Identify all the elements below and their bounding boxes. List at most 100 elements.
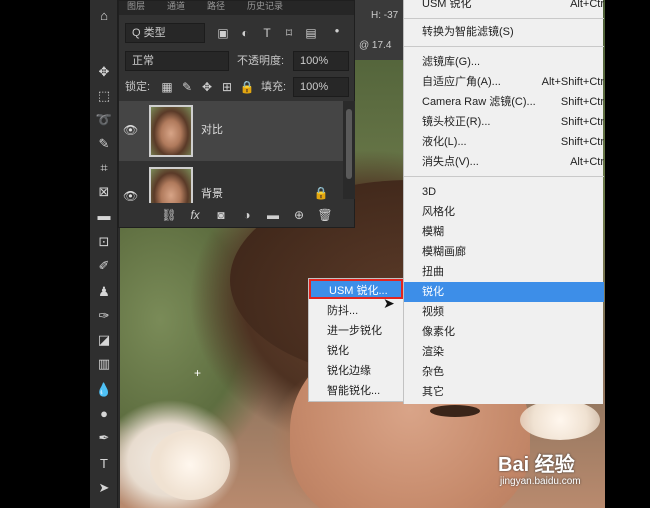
lock-artboard-icon[interactable]: ⊞ — [219, 79, 235, 95]
blend-mode-dropdown[interactable]: 正常 — [125, 51, 229, 71]
layer-lock-icon: 🔒 — [313, 186, 329, 200]
menu-item-filter-gallery[interactable]: 滤镜库(G)... — [404, 52, 604, 72]
menu-item-liquify[interactable]: 液化(L)... Shift+Ctr — [404, 132, 604, 152]
layer-name[interactable]: 对比 — [201, 121, 223, 137]
filter-menu: USM 锐化 Alt+Ctr 转换为智能滤镜(S) 滤镜库(G)... 自适应广角… — [403, 0, 604, 404]
dodge-tool-icon[interactable]: ● — [94, 404, 114, 424]
adjustment-layer-icon[interactable]: ◑ — [239, 207, 255, 223]
group-folder-icon[interactable]: ▬ — [265, 207, 281, 223]
menu-item-blur[interactable]: 模糊 — [404, 222, 604, 242]
layers-panel-tabs: 图层 通道 路径 历史记录 — [119, 1, 354, 15]
layer-row-background[interactable]: 👁 背景 🔒 — [119, 163, 343, 203]
link-layers-icon[interactable]: ⛓ — [161, 207, 177, 223]
eyedropper-tool-icon[interactable]: ▬ — [94, 206, 114, 226]
layer-row-selected[interactable]: 👁 对比 — [119, 101, 343, 161]
tab-history[interactable]: 历史记录 — [247, 1, 283, 15]
options-strip: H: -37 @ 17.4 — [355, 0, 405, 60]
menu-item-convert-smart-filter[interactable]: 转换为智能滤镜(S) — [404, 22, 604, 42]
history-brush-icon[interactable]: ✑ — [94, 306, 114, 326]
layer-filter-row: Q 类型 ▣ ◐ T ⌑ ▤ ● — [119, 21, 354, 45]
submenu-item-sharpen-edges[interactable]: 锐化边缘 — [309, 361, 403, 381]
type-filter-icon[interactable]: T — [259, 25, 275, 41]
lock-transparency-icon[interactable]: ▦ — [159, 79, 175, 95]
fx-icon[interactable]: fx — [187, 207, 203, 223]
watermark-url: jingyan.baidu.com — [500, 476, 581, 487]
submenu-item-sharpen-more[interactable]: 进一步锐化 — [309, 321, 403, 341]
submenu-item-sharpen[interactable]: 锐化 — [309, 341, 403, 361]
right-eye-shape — [430, 405, 480, 417]
type-tool-icon[interactable]: T — [94, 454, 114, 474]
shape-filter-icon[interactable]: ⌑ — [281, 25, 297, 41]
home-icon[interactable]: ⌂ — [94, 6, 114, 26]
healing-tool-icon[interactable]: ⊡ — [94, 232, 114, 252]
marquee-tool-icon[interactable]: ⬚ — [94, 86, 114, 106]
layer-kind-filter[interactable]: Q 类型 — [125, 23, 205, 43]
fill-field[interactable]: 100% — [293, 77, 349, 97]
flower-shape — [150, 430, 230, 500]
menu-item-3d[interactable]: 3D — [404, 182, 604, 202]
crop-tool-icon[interactable]: ⌗ — [94, 158, 114, 178]
tab-layers[interactable]: 图层 — [127, 1, 145, 15]
watermark-logo: Bai 经验 — [498, 454, 575, 476]
layer-thumbnail — [149, 167, 193, 203]
menu-item-camera-raw[interactable]: Camera Raw 滤镜(C)... Shift+Ctr — [404, 92, 604, 112]
menu-item-stylize[interactable]: 风格化 — [404, 202, 604, 222]
smart-object-filter-icon[interactable]: ▤ — [303, 25, 319, 41]
path-select-tool-icon[interactable]: ➤ — [94, 478, 114, 498]
menu-item-vanishing-point[interactable]: 消失点(V)... Alt+Ctr — [404, 152, 604, 172]
crosshair-icon: + — [194, 366, 202, 380]
layer-thumbnail — [149, 105, 193, 157]
gradient-tool-icon[interactable]: ▥ — [94, 354, 114, 374]
opacity-field[interactable]: 100% — [293, 51, 349, 71]
pen-tool-icon[interactable]: ✒ — [94, 428, 114, 448]
mouse-pointer-icon: ➤ — [383, 295, 395, 311]
new-layer-icon[interactable]: ⊕ — [291, 207, 307, 223]
layers-scrollbar[interactable] — [343, 101, 355, 199]
menu-item-blur-gallery[interactable]: 模糊画廊 — [404, 242, 604, 262]
menu-item-lens-correction[interactable]: 镜头校正(R)... Shift+Ctr — [404, 112, 604, 132]
layers-bottom-bar: ⛓ fx ◙ ◑ ▬ ⊕ 🗑 — [119, 203, 354, 227]
menu-item-video[interactable]: 视频 — [404, 302, 604, 322]
menu-item-usm-sharpen-last[interactable]: USM 锐化 Alt+Ctr — [404, 0, 604, 14]
eraser-tool-icon[interactable]: ◪ — [94, 330, 114, 350]
opacity-label: 不透明度: — [237, 55, 285, 67]
tab-channels[interactable]: 通道 — [167, 1, 185, 15]
menu-item-noise[interactable]: 杂色 — [404, 362, 604, 382]
lock-label: 锁定: — [125, 81, 151, 93]
lock-pixels-icon[interactable]: ✎ — [179, 79, 195, 95]
adjustment-filter-icon[interactable]: ◐ — [237, 25, 253, 41]
menu-item-pixelate[interactable]: 像素化 — [404, 322, 604, 342]
zoom-text: @ 17.4 — [359, 40, 392, 51]
visibility-eye-icon[interactable]: 👁 — [123, 189, 138, 203]
filter-toggle-icon[interactable]: ● — [329, 23, 345, 39]
blend-row: 正常 不透明度: 100% — [119, 49, 354, 73]
tools-panel: ⌂ ✥ ⬚ ➰ ✎ ⌗ ⊠ ▬ ⊡ ✐ ♟ ✑ ◪ ▥ 💧 ● ✒ T ➤ — [90, 0, 118, 508]
quick-select-tool-icon[interactable]: ✎ — [94, 134, 114, 154]
scrollbar-thumb[interactable] — [346, 109, 352, 179]
pixel-filter-icon[interactable]: ▣ — [215, 25, 231, 41]
move-tool-icon[interactable]: ✥ — [94, 62, 114, 82]
menu-item-adaptive-wide-angle[interactable]: 自适应广角(A)... Alt+Shift+Ctr — [404, 72, 604, 92]
lock-position-icon[interactable]: ✥ — [199, 79, 215, 95]
lasso-tool-icon[interactable]: ➰ — [94, 110, 114, 130]
visibility-eye-icon[interactable]: 👁 — [123, 123, 138, 137]
brush-tool-icon[interactable]: ✐ — [94, 256, 114, 276]
lock-row: 锁定: ▦ ✎ ✥ ⊞ 🔒 填充: 100% — [119, 75, 354, 99]
add-mask-icon[interactable]: ◙ — [213, 207, 229, 223]
layer-name[interactable]: 背景 — [201, 185, 223, 201]
fill-label: 填充: — [261, 81, 287, 93]
menu-item-sharpen[interactable]: 锐化 — [404, 282, 604, 302]
layers-panel: 图层 通道 路径 历史记录 Q 类型 ▣ ◐ T ⌑ ▤ ● 正常 不透明度: … — [118, 0, 355, 228]
blur-tool-icon[interactable]: 💧 — [94, 380, 114, 400]
flower-shape-right — [520, 400, 600, 440]
frame-tool-icon[interactable]: ⊠ — [94, 182, 114, 202]
h-coordinate-text: H: -37 — [371, 10, 399, 21]
tab-paths[interactable]: 路径 — [207, 1, 225, 15]
stamp-tool-icon[interactable]: ♟ — [94, 282, 114, 302]
submenu-item-smart-sharpen[interactable]: 智能锐化... — [309, 381, 403, 401]
lock-all-icon[interactable]: 🔒 — [239, 79, 255, 95]
menu-item-distort[interactable]: 扭曲 — [404, 262, 604, 282]
delete-layer-icon[interactable]: 🗑 — [317, 207, 333, 223]
menu-item-render[interactable]: 渲染 — [404, 342, 604, 362]
menu-item-other[interactable]: 其它 — [404, 382, 604, 402]
